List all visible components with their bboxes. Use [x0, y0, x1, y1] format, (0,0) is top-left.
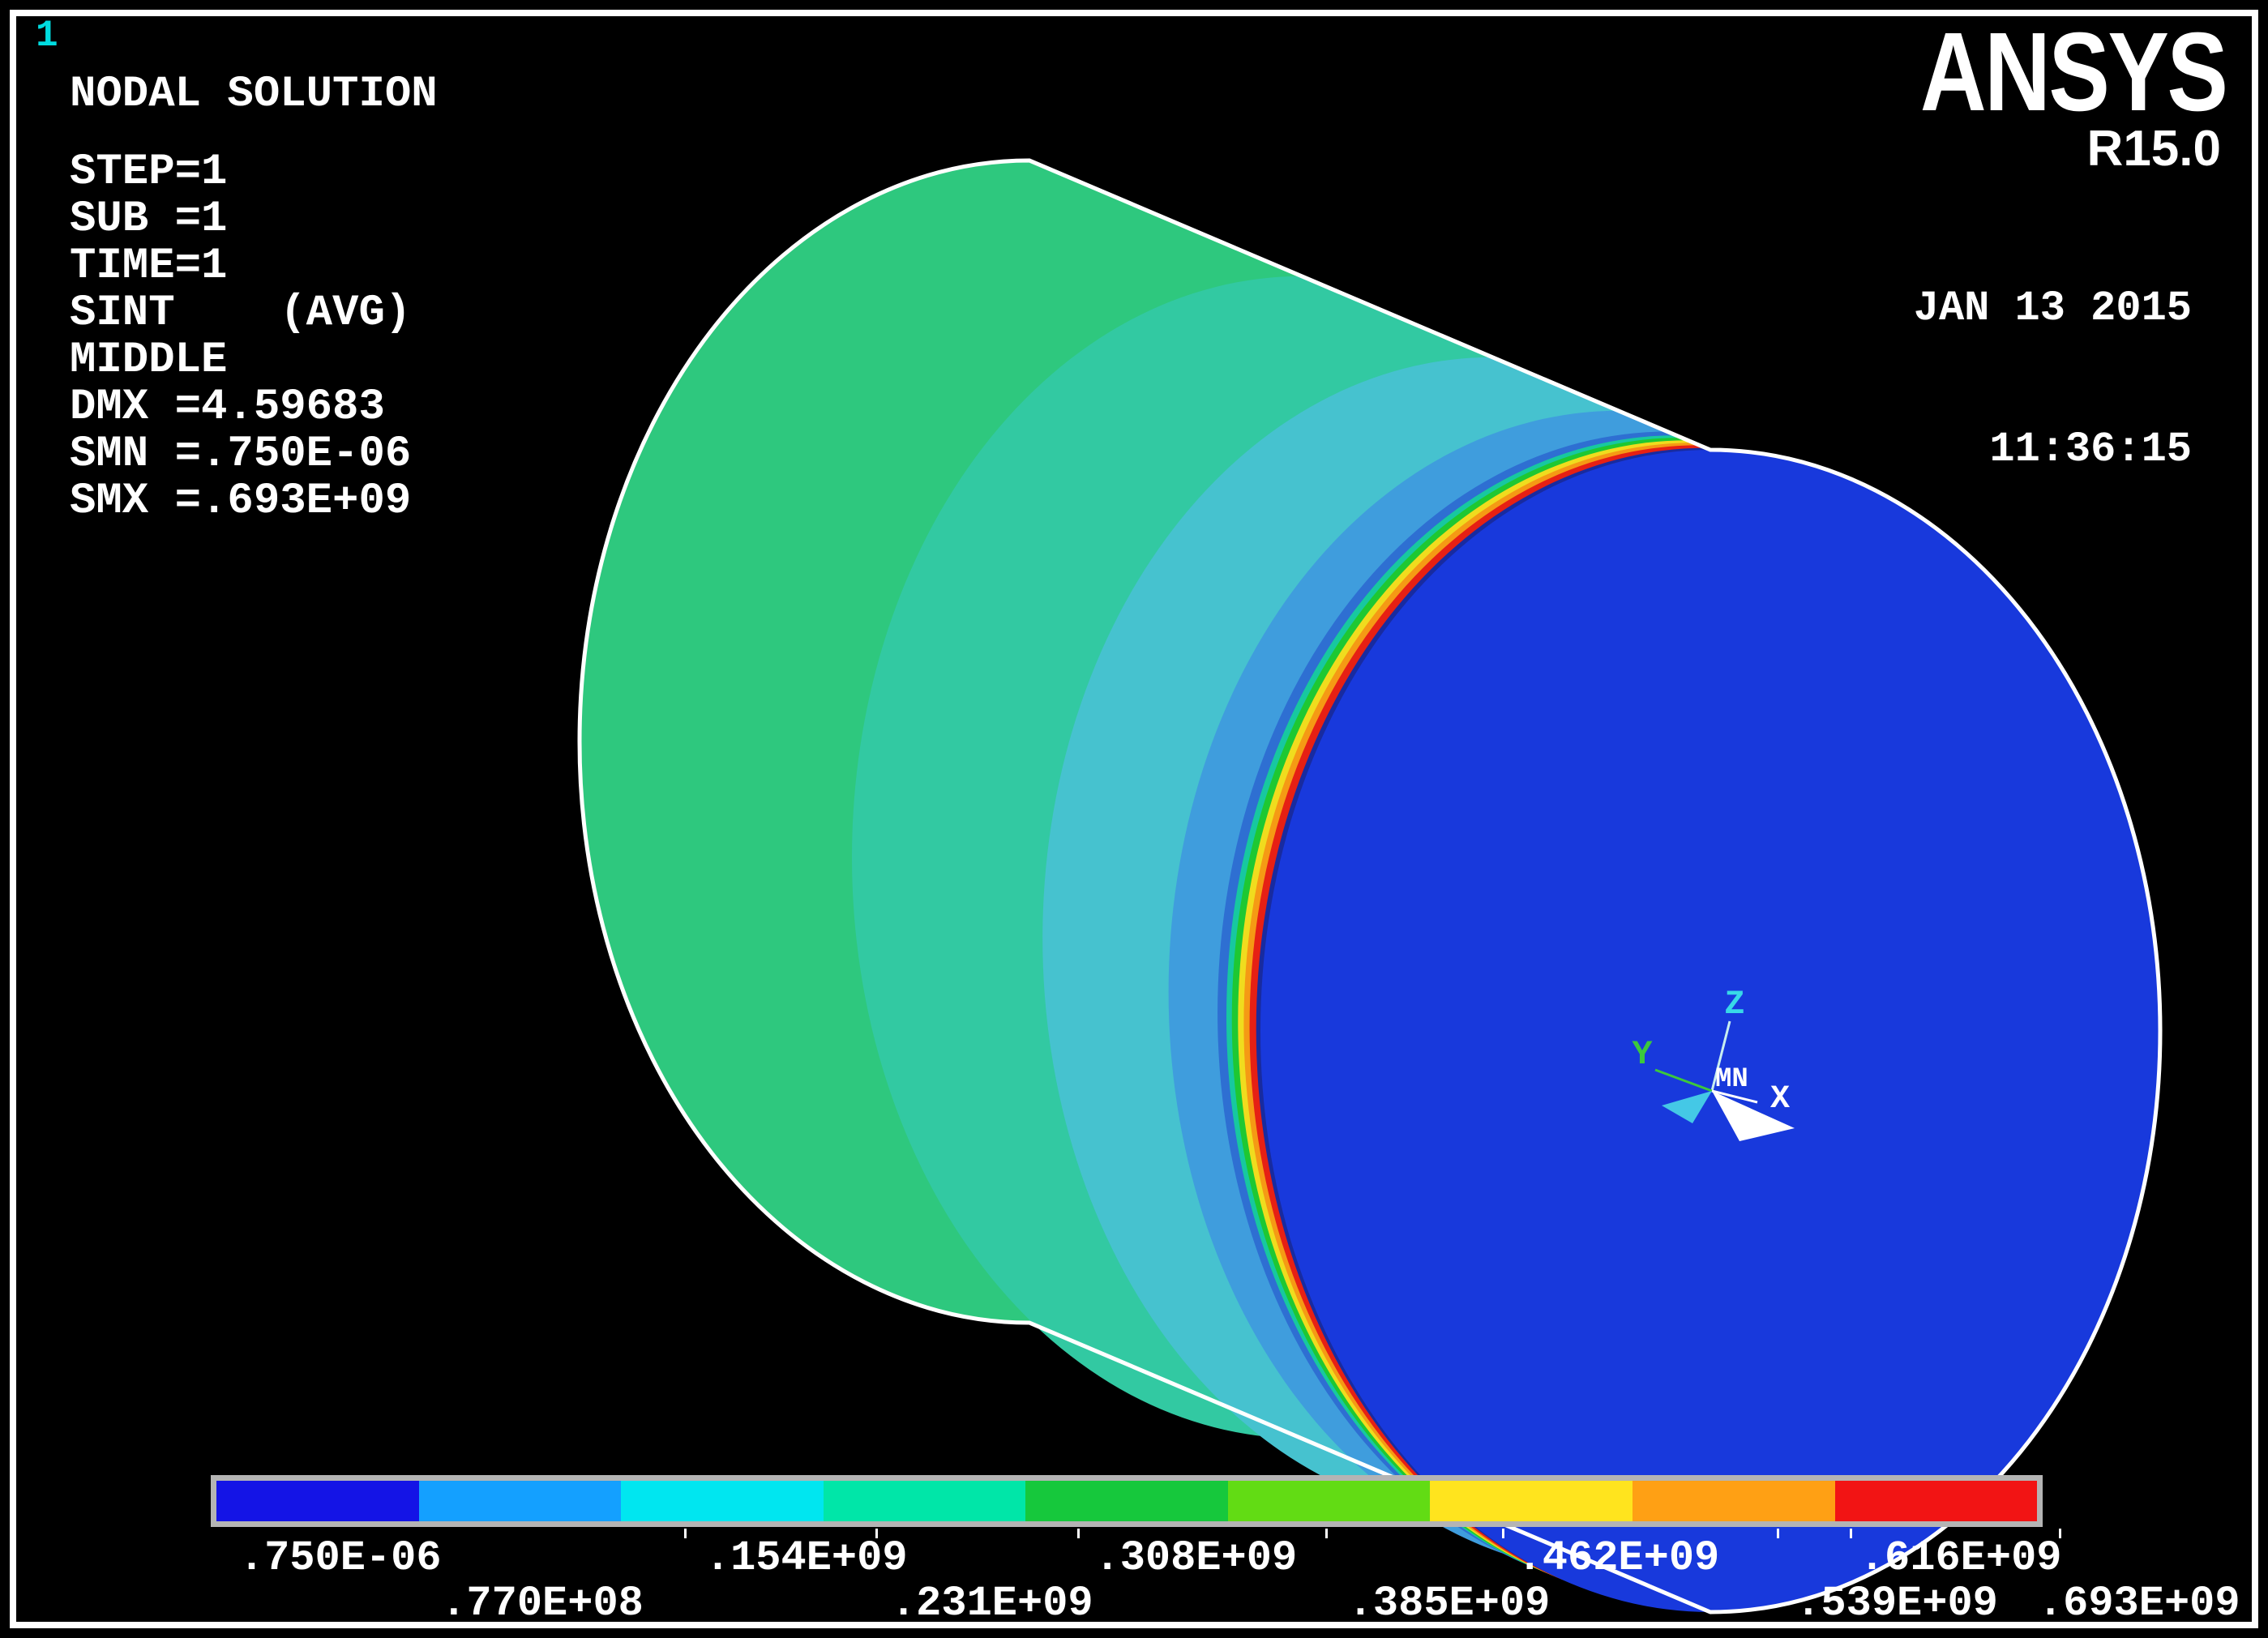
z-axis-label: Z — [1724, 985, 1744, 1024]
datetime-block: JAN 13 2015 11:36:15 — [1914, 191, 2192, 567]
result-title: NODAL SOLUTION — [70, 70, 438, 119]
info-line: STEP=1 — [70, 149, 411, 196]
info-line: SMN =.750E-06 — [70, 431, 411, 478]
x-axis-label: X — [1770, 1081, 1790, 1118]
info-line: SUB =1 — [70, 196, 411, 243]
ansys-graphics-window: Z Y X MN 1 NODAL SOLUTION STEP=1SUB =1TI… — [0, 0, 2268, 1638]
info-block: STEP=1SUB =1TIME=1SINT (AVG)MIDDLEDMX =4… — [70, 149, 411, 525]
plot-number: 1 — [36, 15, 58, 57]
ansys-version: R15.0 — [2087, 120, 2221, 177]
y-axis-label: Y — [1632, 1035, 1653, 1074]
info-line: MIDDLE — [70, 337, 411, 384]
info-line: SINT (AVG) — [70, 290, 411, 337]
cylinder-front-face — [1260, 450, 2160, 1612]
min-marker-label: MN — [1715, 1064, 1748, 1095]
info-line: DMX =4.59683 — [70, 384, 411, 431]
time-label: 11:36:15 — [1914, 426, 2192, 473]
date-label: JAN 13 2015 — [1914, 285, 2192, 332]
ansys-logo: ANSYS — [1919, 8, 2226, 137]
info-line: TIME=1 — [70, 243, 411, 290]
info-line: SMX =.693E+09 — [70, 478, 411, 525]
